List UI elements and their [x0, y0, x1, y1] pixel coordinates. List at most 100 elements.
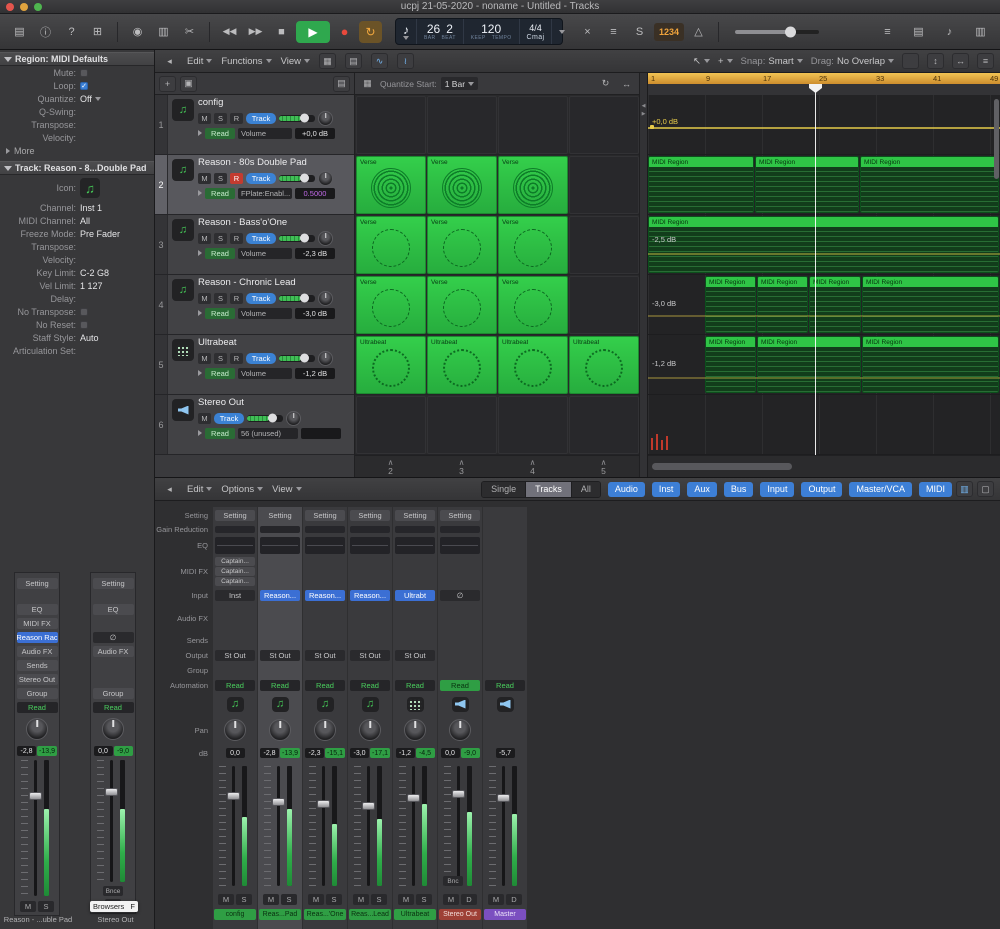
- scene-trigger[interactable]: ∧4: [497, 456, 568, 477]
- pan-knob[interactable]: [404, 719, 426, 741]
- live-loops-cell[interactable]: Ultrabeat: [498, 336, 568, 394]
- bounce-button[interactable]: Bnc: [443, 876, 463, 886]
- midi-region[interactable]: MIDI Region: [862, 336, 999, 393]
- freeze-mode-value[interactable]: Pre Fader: [80, 229, 120, 239]
- live-loops-cell[interactable]: [569, 216, 639, 274]
- scene-trigger[interactable]: ∧2: [355, 456, 426, 477]
- live-loops-cell[interactable]: [569, 396, 639, 454]
- live-loops-cell[interactable]: Verse: [427, 276, 497, 334]
- zoom-window-button[interactable]: [34, 3, 42, 11]
- automation-mode-button[interactable]: Read: [205, 248, 235, 259]
- volume-slider[interactable]: [279, 115, 315, 122]
- lcd-mode-section[interactable]: ♪: [396, 19, 417, 44]
- solo-button[interactable]: S: [416, 894, 432, 905]
- eq-slot[interactable]: EQ: [17, 604, 58, 615]
- track-lane[interactable]: [648, 395, 1000, 455]
- automation-target-button[interactable]: Track: [246, 293, 276, 304]
- mute-button[interactable]: M: [198, 233, 211, 244]
- sends-slot[interactable]: Sends: [17, 660, 58, 671]
- channel-setting-button[interactable]: Setting: [17, 578, 58, 589]
- mute-button[interactable]: M: [218, 894, 234, 905]
- live-loops-cell[interactable]: Ultrabeat: [356, 336, 426, 394]
- live-loops-cell[interactable]: Verse: [498, 216, 568, 274]
- midi-region[interactable]: MIDI Region: [705, 276, 756, 333]
- live-loops-cell[interactable]: [498, 96, 568, 154]
- mute-button[interactable]: M: [398, 894, 414, 905]
- pan-knob[interactable]: [318, 171, 333, 186]
- mixer-strip[interactable]: Read -5,7 M D Master: [483, 507, 527, 929]
- level-value[interactable]: 0,0: [94, 746, 113, 756]
- apple-loops-icon[interactable]: ♪: [938, 21, 961, 43]
- back-icon[interactable]: ◂: [161, 53, 178, 69]
- track-lane[interactable]: -1,2 dB MIDI Region MIDI Region MIDI Reg…: [648, 335, 1000, 395]
- lcd-chevron-section[interactable]: [552, 19, 572, 44]
- live-loops-cell[interactable]: [356, 96, 426, 154]
- divider-right-icon[interactable]: ▶: [642, 111, 646, 117]
- automation-param-button[interactable]: Volume: [238, 248, 292, 259]
- fader-cap[interactable]: [227, 792, 240, 800]
- vertical-scrollbar[interactable]: [994, 99, 999, 179]
- pan-knob[interactable]: [26, 718, 48, 740]
- filter-bus-button[interactable]: Bus: [724, 482, 754, 497]
- solo-button[interactable]: S: [371, 894, 387, 905]
- grid-timeline-divider[interactable]: ◀ ▶: [640, 73, 648, 477]
- view-mode-all[interactable]: All: [572, 482, 600, 497]
- automation-mode-button[interactable]: Read: [350, 680, 390, 691]
- solo-button[interactable]: S: [214, 113, 227, 124]
- midi-region[interactable]: MIDI Region: [755, 156, 859, 213]
- wide-strips-icon[interactable]: ▢: [977, 481, 994, 497]
- toolbar-toggle-icon[interactable]: ⊞: [86, 21, 109, 43]
- automation-mode-button[interactable]: Read: [215, 680, 255, 691]
- record-enable-button[interactable]: R: [230, 353, 243, 364]
- key-signature[interactable]: Cmaj: [527, 34, 545, 41]
- inspector-strip-output[interactable]: Setting EQ ∅ Audio FX Group Read 0,0 -9,…: [90, 572, 136, 914]
- mute-button[interactable]: M: [488, 894, 504, 905]
- automation-param-button[interactable]: 56 (unused): [238, 428, 298, 439]
- automation-button[interactable]: ∿: [371, 53, 388, 69]
- editors-icon[interactable]: ✂: [178, 21, 201, 43]
- channel-value[interactable]: Inst 1: [80, 203, 102, 213]
- waveform-zoom-button[interactable]: [902, 53, 919, 69]
- automation-param-button[interactable]: Volume: [238, 308, 292, 319]
- automation-value[interactable]: -1,2 dB: [295, 368, 335, 379]
- edit-menu[interactable]: Edit: [187, 56, 212, 67]
- group-slot[interactable]: Group: [93, 688, 134, 699]
- live-loops-cell[interactable]: [569, 96, 639, 154]
- volume-fader[interactable]: [351, 764, 389, 888]
- fader-cap[interactable]: [272, 798, 285, 806]
- output-slot[interactable]: St Out: [215, 650, 255, 661]
- count-in-button[interactable]: 1234: [654, 23, 684, 41]
- disclosure-right-icon[interactable]: [198, 430, 202, 436]
- narrow-strips-icon[interactable]: ▥: [956, 481, 973, 497]
- automation-mode-button[interactable]: Read: [260, 680, 300, 691]
- volume-automation-line[interactable]: [648, 127, 1000, 129]
- mute-button[interactable]: M: [308, 894, 324, 905]
- automation-value[interactable]: 0.5000: [295, 188, 335, 199]
- library-icon[interactable]: ▤: [8, 21, 31, 43]
- strip-name-label[interactable]: Reas...Pad: [259, 909, 301, 920]
- fader-cap[interactable]: [29, 792, 42, 800]
- strip-name-label[interactable]: Reas...Lead: [349, 909, 391, 920]
- pan-knob[interactable]: [318, 231, 333, 246]
- eq-thumbnail[interactable]: [395, 537, 435, 554]
- volume-automation-line[interactable]: [648, 253, 1000, 255]
- level-value[interactable]: -2,8: [17, 746, 36, 756]
- flex-button[interactable]: ≀: [397, 53, 414, 69]
- automation-target-button[interactable]: Track: [214, 413, 244, 424]
- live-loops-cell[interactable]: Verse: [356, 156, 426, 214]
- secondary-tool-menu[interactable]: +: [718, 56, 733, 67]
- filter-master-vca-button[interactable]: Master/VCA: [849, 482, 912, 497]
- channel-setting-button[interactable]: Setting: [215, 510, 255, 521]
- note-pads-icon[interactable]: ▤: [907, 21, 930, 43]
- track-name[interactable]: Reason - Chronic Lead: [198, 277, 351, 290]
- fader-cap[interactable]: [105, 788, 118, 796]
- midi-region[interactable]: MIDI Region: [648, 156, 754, 213]
- inspector-strip-track[interactable]: Setting EQ MIDI FX Reason Rac Audio FX S…: [14, 572, 60, 916]
- mute-button[interactable]: M: [443, 894, 459, 905]
- automation-value[interactable]: +0,0 dB: [295, 128, 335, 139]
- filter-inst-button[interactable]: Inst: [652, 482, 681, 497]
- pan-knob[interactable]: [286, 411, 301, 426]
- divider-left-icon[interactable]: ◀: [642, 103, 646, 109]
- mute-button[interactable]: M: [20, 901, 36, 912]
- record-enable-button[interactable]: R: [230, 173, 243, 184]
